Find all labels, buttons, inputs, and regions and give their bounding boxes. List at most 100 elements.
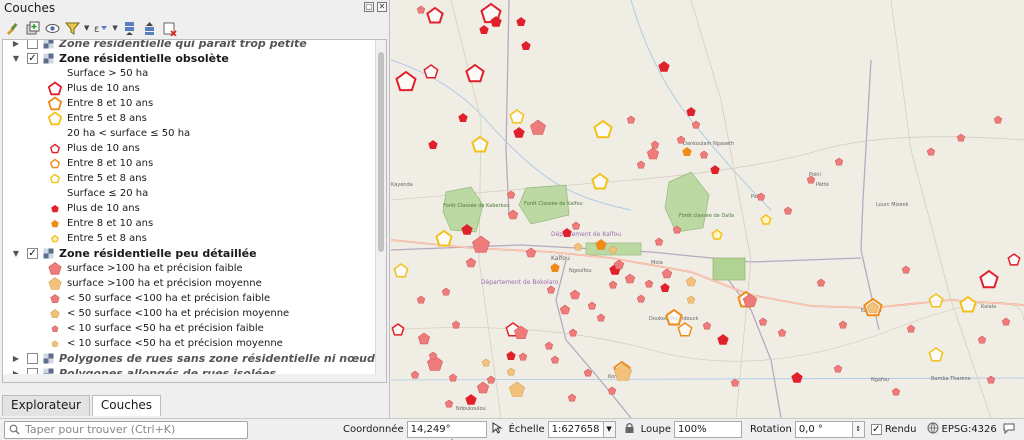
undetailed-zone-marker[interactable] [608, 280, 618, 289]
undetailed-zone-marker[interactable] [906, 324, 916, 333]
collapse-all-icon[interactable] [141, 20, 158, 37]
lock-icon[interactable] [624, 422, 635, 437]
undetailed-zone-marker[interactable] [686, 295, 696, 304]
obsolete-zone-marker[interactable] [423, 64, 439, 79]
undetailed-zone-marker[interactable] [986, 375, 996, 384]
undetailed-zone-marker[interactable] [685, 276, 697, 287]
undetailed-zone-marker[interactable] [451, 320, 461, 329]
undetailed-zone-marker[interactable] [544, 341, 554, 350]
undetailed-zone-marker[interactable] [816, 278, 826, 287]
undetailed-zone-marker[interactable] [472, 235, 490, 253]
undetailed-zone-marker[interactable] [481, 358, 491, 367]
layer-visibility-checkbox[interactable]: ✓ [27, 53, 38, 64]
undetailed-zone-marker[interactable] [956, 133, 966, 142]
expand-all-icon[interactable] [121, 20, 138, 37]
layer-row[interactable]: ▶ Zone résidentielle qui paraît trop peti… [11, 40, 307, 51]
filter-dropdown-icon[interactable]: ▼ [84, 24, 89, 32]
undetailed-zone-marker[interactable] [654, 237, 664, 246]
obsolete-zone-marker[interactable] [471, 135, 489, 153]
obsolete-zone-marker[interactable] [506, 351, 516, 360]
undetailed-zone-marker[interactable] [636, 294, 646, 303]
add-group-icon[interactable] [24, 20, 41, 37]
obsolete-zone-marker[interactable] [682, 147, 692, 156]
undetailed-zone-marker[interactable] [644, 279, 654, 288]
undetailed-zone-marker[interactable] [650, 140, 660, 149]
undetailed-zone-marker[interactable] [1001, 317, 1011, 326]
obsolete-zone-marker[interactable] [686, 107, 696, 116]
close-panel-button[interactable]: ✕ [377, 2, 387, 12]
map-canvas[interactable]: Dankoulam Ngaoeth Poïni Pétté Kayenda Fo… [391, 0, 1024, 418]
obsolete-zone-marker[interactable] [710, 165, 720, 174]
undetailed-zone-marker[interactable] [476, 381, 490, 394]
legend-item[interactable]: Entre 8 et 10 ans [47, 96, 153, 111]
undetailed-zone-marker[interactable] [783, 206, 793, 215]
mouse-coordinate-icon[interactable] [491, 422, 503, 437]
undetailed-zone-marker[interactable] [926, 147, 936, 156]
obsolete-zone-marker[interactable] [658, 61, 670, 72]
undetailed-zone-marker[interactable] [416, 295, 426, 304]
undetailed-zone-marker[interactable] [587, 301, 597, 310]
undetailed-zone-marker[interactable] [699, 150, 709, 159]
vertical-scrollbar[interactable] [375, 40, 386, 382]
undetailed-zone-marker[interactable] [417, 332, 431, 345]
legend-item[interactable]: Entre 5 et 8 ans [47, 171, 147, 186]
scrollbar-thumb[interactable] [378, 52, 384, 252]
render-checkbox[interactable]: ✓ [870, 424, 882, 435]
obsolete-zone-marker[interactable] [428, 140, 438, 149]
coordinate-field[interactable]: 14,249° -14,489° [406, 421, 487, 440]
remove-layer-icon[interactable] [161, 20, 178, 37]
obsolete-zone-marker[interactable] [595, 239, 607, 250]
obsolete-zone-marker[interactable] [465, 63, 485, 83]
tab-layers[interactable]: Couches [91, 395, 162, 416]
collapse-arrow-icon[interactable]: ▼ [11, 54, 21, 63]
obsolete-zone-marker[interactable] [760, 214, 772, 225]
layer-visibility-checkbox[interactable]: ✓ [27, 248, 38, 259]
legend-item[interactable]: < 50 surface <100 ha et précision faible [47, 291, 270, 306]
rotation-field[interactable]: 0,0 ° [794, 421, 853, 438]
obsolete-zone-marker[interactable] [677, 322, 693, 337]
obsolete-zone-marker[interactable] [928, 293, 944, 308]
legend-item[interactable]: Entre 8 et 10 ans [47, 216, 153, 231]
legend-item[interactable]: Entre 5 et 8 ans [47, 231, 147, 246]
legend-group-label[interactable]: Surface ≤ 20 ha [63, 186, 148, 201]
undetailed-zone-marker[interactable] [624, 273, 636, 284]
legend-item[interactable]: surface >100 ha et précision faible [47, 261, 243, 276]
undetailed-zone-marker[interactable] [546, 285, 556, 294]
undetailed-zone-marker[interactable] [607, 386, 617, 395]
obsolete-zone-marker[interactable] [521, 41, 531, 50]
legend-item[interactable]: Plus de 10 ans [47, 81, 140, 96]
undetailed-zone-marker[interactable] [596, 313, 606, 322]
obsolete-zone-marker[interactable] [1007, 253, 1021, 266]
undetailed-zone-marker[interactable] [569, 289, 581, 300]
undetailed-zone-marker[interactable] [993, 115, 1003, 124]
obsolete-zone-marker[interactable] [550, 263, 560, 272]
legend-item[interactable]: Entre 8 et 10 ans [47, 156, 153, 171]
undetailed-zone-marker[interactable] [636, 160, 646, 169]
undetailed-zone-marker[interactable] [486, 375, 496, 384]
undetailed-zone-marker[interactable] [518, 352, 528, 361]
undetailed-zone-marker[interactable] [834, 157, 844, 166]
legend-item[interactable]: < 10 surface <50 ha et précision moyenne [47, 336, 283, 351]
undetailed-zone-marker[interactable] [559, 304, 571, 315]
scale-dropdown-icon[interactable]: ▼ [603, 421, 616, 438]
obsolete-zone-marker[interactable] [395, 70, 417, 92]
obsolete-zone-marker[interactable] [391, 323, 405, 336]
undetailed-zone-marker[interactable] [448, 373, 458, 382]
undetailed-zone-marker[interactable] [777, 328, 787, 337]
undetailed-zone-marker[interactable] [410, 370, 420, 379]
undetailed-zone-marker[interactable] [525, 247, 537, 258]
legend-group-label[interactable]: Surface > 50 ha [63, 66, 148, 81]
undetailed-zone-marker[interactable] [568, 328, 578, 337]
undetailed-zone-marker[interactable] [613, 259, 625, 270]
undetailed-zone-marker[interactable] [571, 221, 581, 230]
layer-visibility-checkbox[interactable] [27, 353, 38, 364]
undetailed-zone-marker[interactable] [509, 381, 525, 397]
undetailed-zone-marker[interactable] [416, 5, 426, 14]
obsolete-zone-marker[interactable] [979, 269, 999, 289]
obsolete-zone-marker[interactable] [513, 127, 525, 138]
obsolete-zone-marker[interactable] [593, 119, 613, 139]
obsolete-zone-marker[interactable] [465, 394, 477, 405]
crs-globe-icon[interactable] [927, 422, 939, 437]
expand-arrow-icon[interactable]: ▶ [11, 40, 21, 48]
magnifier-field[interactable]: 100% [673, 421, 742, 438]
